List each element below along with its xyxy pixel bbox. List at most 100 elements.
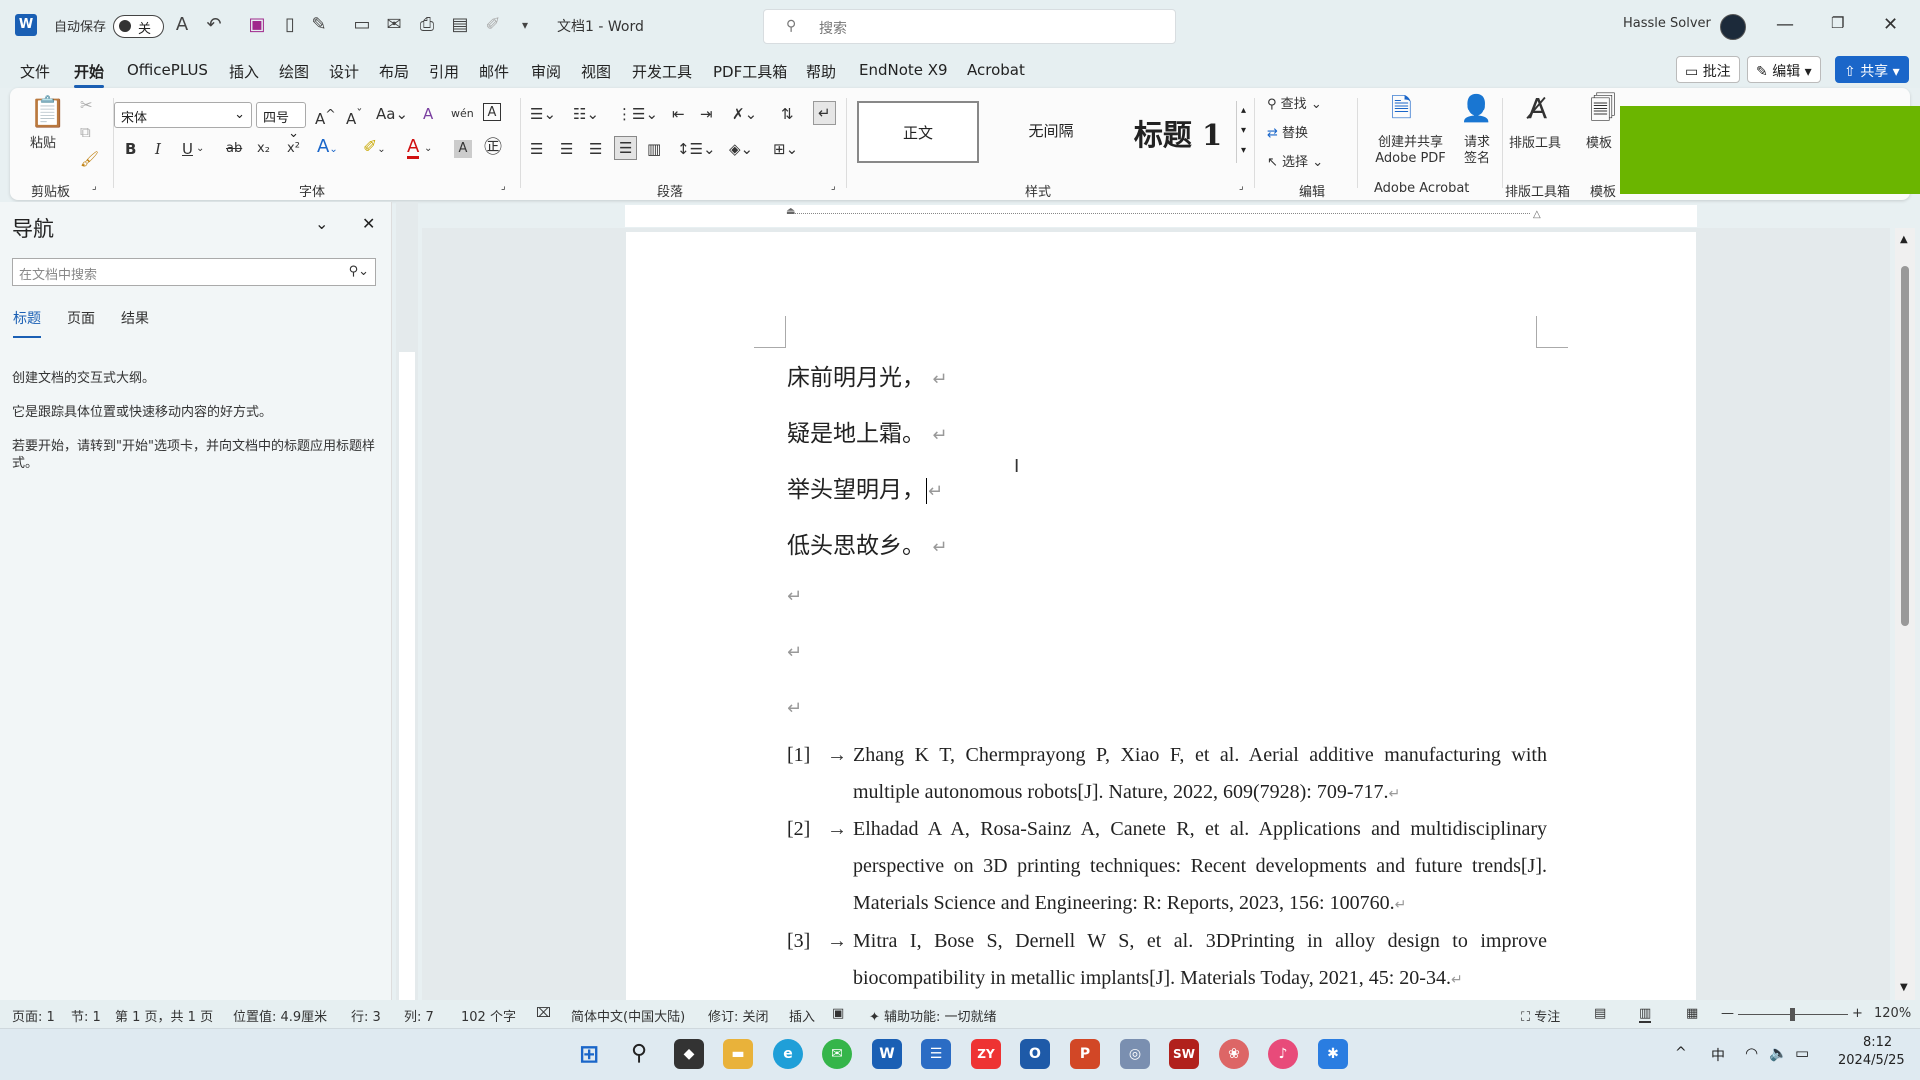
highlight-icon[interactable]: ✐⌄ (363, 138, 386, 159)
strikethrough-button[interactable]: ab (226, 140, 242, 158)
battery-icon[interactable]: ▭ (1795, 1044, 1809, 1062)
accessibility-status[interactable]: ✦ 辅助功能: 一切就绪 (869, 1006, 997, 1025)
status-word-count[interactable]: 102 个字 (461, 1006, 516, 1025)
show-marks-icon[interactable]: ↵ (813, 101, 836, 125)
search-icon[interactable]: ⚲⌄ (349, 264, 369, 279)
tab-help[interactable]: 帮助 (806, 61, 836, 82)
underline-button[interactable]: U (182, 140, 193, 158)
status-position[interactable]: 位置值: 4.9厘米 (233, 1006, 327, 1025)
nav-tab-pages[interactable]: 页面 (67, 308, 95, 328)
status-track-changes[interactable]: 修订: 关闭 (708, 1006, 769, 1025)
style-heading1[interactable]: 标题 1 (1120, 101, 1236, 163)
outlook-icon[interactable]: O (1020, 1039, 1050, 1069)
char-border-icon[interactable]: A (483, 103, 501, 121)
scroll-thumb[interactable] (1901, 266, 1909, 626)
clock-time[interactable]: 8:12 (1863, 1035, 1892, 1050)
cut-icon[interactable]: ✂ (80, 96, 93, 114)
tab-mailings[interactable]: 邮件 (479, 61, 509, 82)
macro-icon[interactable]: ▣ (832, 1006, 844, 1021)
tab-home[interactable]: 开始 (74, 61, 105, 88)
nav-options-icon[interactable]: ⌄ (315, 214, 328, 233)
template-icon[interactable]: 🗐 (1590, 94, 1616, 124)
zoom-in-icon[interactable]: + (1852, 1006, 1863, 1021)
wifi-icon[interactable]: ◠ (1745, 1044, 1758, 1062)
poem-line[interactable]: 低头思故乡。 ↵ (787, 526, 947, 560)
vertical-ruler[interactable] (396, 202, 418, 1002)
tab-view[interactable]: 视图 (581, 61, 611, 82)
close-icon[interactable]: ✕ (1883, 14, 1898, 35)
status-section[interactable]: 节: 1 (71, 1006, 101, 1025)
right-indent-marker-icon[interactable]: △ (1533, 209, 1541, 220)
font-color-icon[interactable]: A (407, 138, 420, 159)
document-page[interactable]: 床前明月光， ↵ 疑是地上霜。 ↵ 举头望明月， ↵ 低头思故乡。 ↵ ↵ ↵ ↵… (626, 232, 1696, 1000)
distributed-icon[interactable]: ▥ (647, 140, 661, 158)
tab-review[interactable]: 审阅 (531, 61, 561, 82)
nav-search-input[interactable]: 在文档中搜索 ⚲⌄ (12, 258, 376, 286)
poem-line[interactable]: 疑是地上霜。 ↵ (787, 414, 947, 448)
empty-line[interactable]: ↵ (787, 694, 802, 720)
task-view-icon[interactable]: ◆ (674, 1039, 704, 1069)
justify-icon[interactable]: ☰ (614, 136, 638, 160)
font-name-combo[interactable]: 宋体 ⌄ (114, 102, 252, 128)
new-doc-icon[interactable]: ▯ (279, 14, 301, 36)
typeset-tool-icon[interactable]: A̸ (1528, 94, 1547, 124)
status-page[interactable]: 页面: 1 (12, 1006, 55, 1025)
paste-icon[interactable]: 📋 (29, 96, 66, 130)
align-center-icon[interactable]: ☰ (560, 140, 573, 158)
font-color-dropdown-icon[interactable]: ⌄ (424, 140, 432, 158)
scroll-up-icon[interactable]: ▲ (1900, 234, 1908, 245)
vertical-scrollbar[interactable]: ▲ ▼ (1895, 228, 1915, 1000)
request-sign-button[interactable]: 请求签名 (1460, 135, 1494, 167)
reference-item[interactable]: [3] → Mitra I, Bose S, Dernell W S, et al.… (787, 923, 1547, 999)
start-icon[interactable]: ⊞ (574, 1039, 604, 1069)
chinese-layout-icon[interactable]: ✗⌄ (732, 105, 757, 123)
ime-indicator[interactable]: 中 (1711, 1045, 1725, 1065)
select-button[interactable]: ↖ 选择 ⌄ (1267, 154, 1323, 172)
tab-references[interactable]: 引用 (429, 61, 459, 82)
subscript-button[interactable]: x₂ (257, 140, 270, 158)
create-pdf-button[interactable]: 创建并共享 Adobe PDF (1363, 135, 1458, 167)
search-box[interactable]: ⚲ 搜索 (763, 9, 1176, 44)
bullets-icon[interactable]: ☰⌄ (530, 105, 556, 123)
grow-font-icon[interactable]: A^ (315, 105, 336, 128)
borders-icon[interactable]: ⊞⌄ (773, 140, 798, 158)
open-icon[interactable]: ▭ (351, 14, 373, 36)
comments-button[interactable]: ▭ 批注 (1676, 56, 1740, 83)
app-icon[interactable]: ◎ (1120, 1039, 1150, 1069)
underline-dropdown-icon[interactable]: ⌄ (196, 140, 204, 158)
align-right-icon[interactable]: ☰ (589, 140, 602, 158)
styles-launcher-icon[interactable]: ⌟ (1239, 181, 1244, 192)
powerpoint-icon[interactable]: P (1070, 1039, 1100, 1069)
template-button[interactable]: 模板 (1586, 135, 1612, 153)
reference-item[interactable]: [1] → Zhang K T, Chermprayong P, Xiao F, e… (787, 737, 1547, 813)
print-layout-icon[interactable]: ▥ (1639, 1006, 1652, 1023)
read-mode-icon[interactable]: ▤ (1594, 1006, 1606, 1021)
status-row[interactable]: 行: 3 (351, 1006, 381, 1025)
superscript-button[interactable]: x² (287, 140, 300, 158)
copy-icon[interactable]: ⧉ (80, 123, 91, 141)
align-left-icon[interactable]: ☰ (530, 140, 543, 158)
nav-tab-results[interactable]: 结果 (121, 308, 149, 328)
paint-icon[interactable]: ❀ (1219, 1039, 1249, 1069)
editing-mode-button[interactable]: ✎ 编辑 ▾ (1747, 56, 1821, 83)
tab-insert[interactable]: 插入 (229, 61, 259, 82)
char-shading-icon[interactable]: A (454, 140, 472, 158)
print-icon[interactable]: ⎙ (416, 14, 438, 36)
notes-icon[interactable]: ☰ (921, 1039, 951, 1069)
font-launcher-icon[interactable]: ⌟ (501, 181, 506, 192)
nav-close-icon[interactable]: ✕ (362, 214, 375, 233)
email-icon[interactable]: ✉ (383, 14, 405, 36)
pinyin-icon[interactable]: wén (451, 105, 474, 123)
tab-acrobat[interactable]: Acrobat (967, 61, 1025, 79)
typeset-tool-button[interactable]: 排版工具 (1509, 135, 1561, 153)
request-sign-icon[interactable]: 👤 (1460, 94, 1492, 124)
style-normal[interactable]: 正文 (857, 101, 979, 163)
status-col[interactable]: 列: 7 (404, 1006, 434, 1025)
search-icon[interactable]: ⚲ (624, 1039, 654, 1069)
enclose-char-icon[interactable]: ㊣ (484, 139, 502, 157)
reference-item[interactable]: [2] → Elhadad A A, Rosa-Sainz A, Canete R,… (787, 811, 1547, 924)
scroll-down-icon[interactable]: ▼ (1900, 982, 1908, 993)
pdf-icon[interactable]: ▤ (449, 14, 471, 36)
multilevel-list-icon[interactable]: ⋮☰⌄ (617, 105, 658, 123)
music-icon[interactable]: ♪ (1268, 1039, 1298, 1069)
